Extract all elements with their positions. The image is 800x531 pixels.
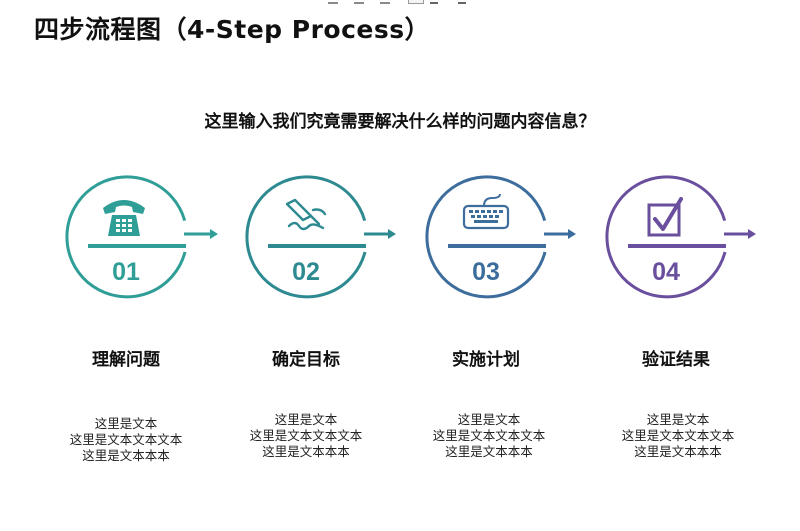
- step-1-line-1: 这里是文本: [94, 416, 158, 431]
- step-2-arrow-head: [388, 229, 396, 239]
- telephone-icon: [103, 200, 145, 236]
- step-4-number: 04: [652, 258, 680, 286]
- step-2-line-1: 这里是文本: [274, 412, 338, 427]
- step-2-divider: [268, 244, 366, 248]
- step-2-description: 这里是文本 这里是文本文本文本 这里是文本本本: [216, 412, 396, 460]
- step-2-line-3: 这里是文本本本: [262, 444, 350, 459]
- keyboard-icon: [462, 193, 510, 230]
- step-2-line-2: 这里是文本文本文本: [249, 428, 363, 443]
- step-3-line-2: 这里是文本文本文本: [432, 428, 546, 443]
- step-1-description: 这里是文本 这里是文本文本文本 这里是文本本本: [36, 416, 216, 464]
- step-3-line-3: 这里是文本本本: [445, 444, 533, 459]
- step-4-line-3: 这里是文本本本: [634, 444, 722, 459]
- step-3-description: 这里是文本 这里是文本文本文本 这里是文本本本: [399, 412, 579, 460]
- step-2-title: 确定目标: [272, 350, 340, 370]
- step-1-title: 理解问题: [92, 350, 160, 370]
- checkbox-icon: [647, 197, 683, 237]
- step-4-arrow-head: [748, 229, 756, 239]
- pen-writing-icon: [285, 198, 327, 231]
- step-3-number: 03: [472, 258, 500, 286]
- step-1-arrow-head: [210, 229, 218, 239]
- step-3-arrow-head: [568, 229, 576, 239]
- step-2-number: 02: [292, 258, 320, 286]
- step-1-graphic: 01: [65, 175, 218, 299]
- step-1-line-2: 这里是文本文本文本: [69, 432, 183, 447]
- step-1-number: 01: [112, 258, 140, 286]
- step-4-divider: [628, 244, 726, 248]
- step-1-line-3: 这里是文本本本: [82, 448, 170, 463]
- step-1-divider: [88, 244, 186, 248]
- step-4-line-2: 这里是文本文本文本: [621, 428, 735, 443]
- step-4-title: 验证结果: [642, 350, 710, 370]
- step-2-graphic: 02: [245, 175, 396, 299]
- step-4-line-1: 这里是文本: [646, 412, 710, 427]
- step-3-line-1: 这里是文本: [457, 412, 521, 427]
- step-3-title: 实施计划: [452, 350, 520, 370]
- step-4-graphic: 04: [605, 175, 756, 299]
- step-3-graphic: 03: [425, 175, 576, 299]
- step-4-description: 这里是文本 这里是文本文本文本 这里是文本本本: [588, 412, 768, 460]
- step-3-divider: [448, 244, 546, 248]
